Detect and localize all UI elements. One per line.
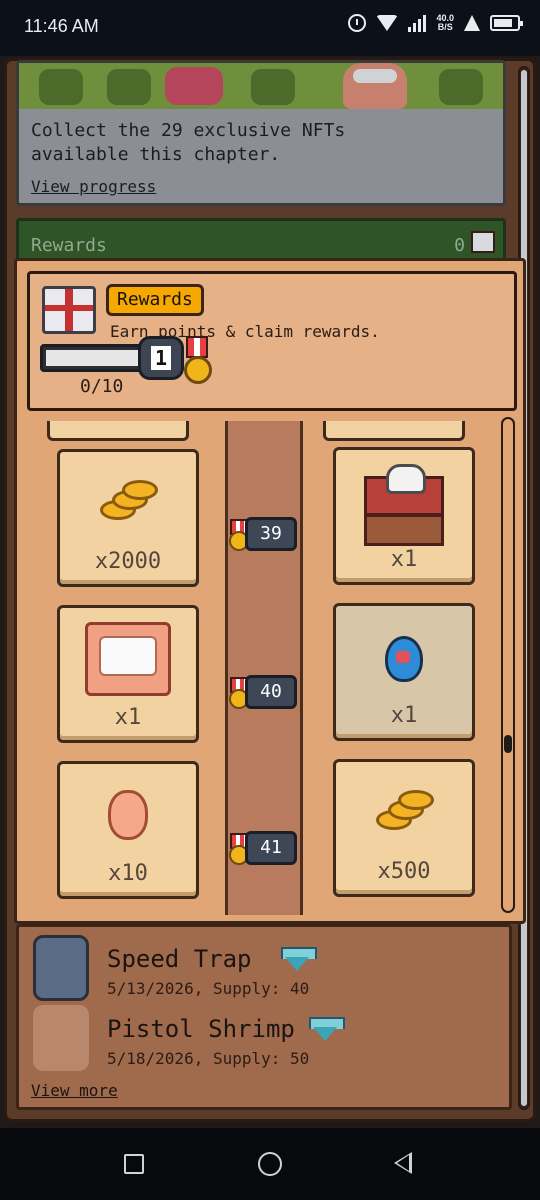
rewards-panel-header: Rewards Earn points & claim rewards. 1 0… bbox=[27, 271, 517, 411]
diamond-icon bbox=[309, 1017, 345, 1041]
level-marker-number: 41 bbox=[245, 831, 297, 865]
coins-icon bbox=[98, 476, 158, 536]
signal-icon bbox=[408, 14, 427, 32]
reward-tile-gem[interactable]: x10 bbox=[57, 761, 199, 899]
reward-quantity: x1 bbox=[114, 705, 142, 730]
alarm-icon bbox=[348, 14, 367, 32]
system-navigation-bar bbox=[0, 1128, 540, 1200]
level-marker: 39 bbox=[227, 517, 297, 551]
reward-quantity: x1 bbox=[390, 547, 418, 572]
flask-icon bbox=[464, 15, 480, 31]
nft-name: Pistol Shrimp bbox=[107, 1015, 295, 1043]
medal-icon bbox=[227, 519, 249, 551]
level-marker-number: 40 bbox=[245, 675, 297, 709]
bed-icon bbox=[85, 608, 171, 708]
progress-text: 0/10 bbox=[80, 376, 124, 397]
nft-meta: 5/18/2026, Supply: 50 bbox=[107, 1049, 310, 1068]
gem-icon bbox=[108, 790, 148, 840]
list-item[interactable]: Speed Trap 5/13/2026, Supply: 40 bbox=[19, 935, 509, 1005]
net-speed-unit: B/S bbox=[437, 22, 453, 32]
nft-banner-line1: Collect the 29 exclusive NFTs bbox=[31, 120, 346, 141]
medal-icon bbox=[227, 677, 249, 709]
level-marker: 41 bbox=[227, 831, 297, 865]
nft-meta: 5/13/2026, Supply: 40 bbox=[107, 979, 310, 998]
game-screen: Collect the 29 exclusive NFTs available … bbox=[0, 56, 540, 1128]
view-more-link[interactable]: View more bbox=[31, 1081, 118, 1100]
rewards-scroll-thumb[interactable] bbox=[504, 735, 512, 753]
reward-quantity: x500 bbox=[377, 859, 431, 884]
gift-icon bbox=[42, 286, 96, 334]
reward-tile-partial[interactable] bbox=[323, 421, 465, 441]
level-progress-bar bbox=[40, 344, 148, 372]
reward-tile-coins[interactable]: x500 bbox=[333, 759, 475, 897]
goggles-creature-image bbox=[343, 63, 407, 109]
reward-tile-partial[interactable] bbox=[47, 421, 189, 441]
chest-icon bbox=[364, 464, 444, 546]
bush-decoration bbox=[251, 69, 295, 105]
nft-banner-text: Collect the 29 exclusive NFTs available … bbox=[19, 109, 503, 199]
net-speed: 40.0 B/S bbox=[436, 14, 454, 32]
bush-decoration bbox=[39, 69, 83, 105]
reward-track[interactable]: x2000 39 x1 x1 40 x1 x10 41 x500 bbox=[27, 421, 487, 915]
rewards-bar-count: 0 bbox=[454, 235, 465, 256]
status-bar: 11:46 AM 40.0 B/S bbox=[0, 0, 540, 56]
reward-quantity: x1 bbox=[390, 703, 418, 728]
back-icon[interactable] bbox=[394, 1152, 412, 1174]
list-item[interactable]: Pistol Shrimp 5/18/2026, Supply: 50 bbox=[19, 1005, 509, 1075]
reward-tile-bed[interactable]: x1 bbox=[57, 605, 199, 743]
nft-banner-line2: available this chapter. bbox=[31, 144, 281, 165]
view-progress-link[interactable]: View progress bbox=[31, 175, 156, 199]
reward-tile-chef-chest[interactable]: x1 bbox=[333, 447, 475, 585]
nft-banner-art bbox=[19, 63, 503, 109]
medal-icon bbox=[227, 833, 249, 865]
nft-list: Speed Trap 5/13/2026, Supply: 40 Pistol … bbox=[16, 924, 512, 1110]
reward-tile-coins[interactable]: x2000 bbox=[57, 449, 199, 587]
bush-decoration bbox=[107, 69, 151, 105]
battery-icon bbox=[490, 15, 523, 31]
egg-icon bbox=[385, 636, 423, 682]
gift-icon bbox=[471, 231, 495, 253]
speed-trap-avatar bbox=[33, 935, 89, 1001]
coins-icon bbox=[374, 786, 434, 846]
level-number: 1 bbox=[150, 346, 172, 370]
rewards-panel: Rewards Earn points & claim rewards. 1 0… bbox=[14, 258, 526, 924]
status-icons: 40.0 B/S bbox=[348, 14, 523, 32]
wifi-icon bbox=[376, 15, 399, 31]
medal-icon bbox=[178, 336, 216, 390]
rewards-scrollbar[interactable] bbox=[501, 417, 515, 913]
shrimp-creature-image bbox=[165, 67, 223, 105]
rewards-title-badge: Rewards bbox=[106, 284, 204, 316]
level-marker: 40 bbox=[227, 675, 297, 709]
bush-decoration bbox=[439, 69, 483, 105]
progress-track-background bbox=[46, 350, 142, 366]
reward-quantity: x10 bbox=[108, 861, 148, 886]
nft-name: Speed Trap bbox=[107, 945, 252, 973]
reward-tile-egg[interactable]: x1 bbox=[333, 603, 475, 741]
recents-icon[interactable] bbox=[124, 1154, 144, 1174]
diamond-icon bbox=[281, 947, 317, 971]
home-icon[interactable] bbox=[258, 1152, 282, 1176]
level-marker-number: 39 bbox=[245, 517, 297, 551]
status-time: 11:46 AM bbox=[24, 16, 99, 36]
reward-quantity: x2000 bbox=[94, 549, 162, 574]
pistol-shrimp-avatar bbox=[33, 1005, 89, 1071]
nft-banner-card: Collect the 29 exclusive NFTs available … bbox=[16, 60, 506, 206]
rewards-bar-label: Rewards bbox=[31, 235, 107, 256]
